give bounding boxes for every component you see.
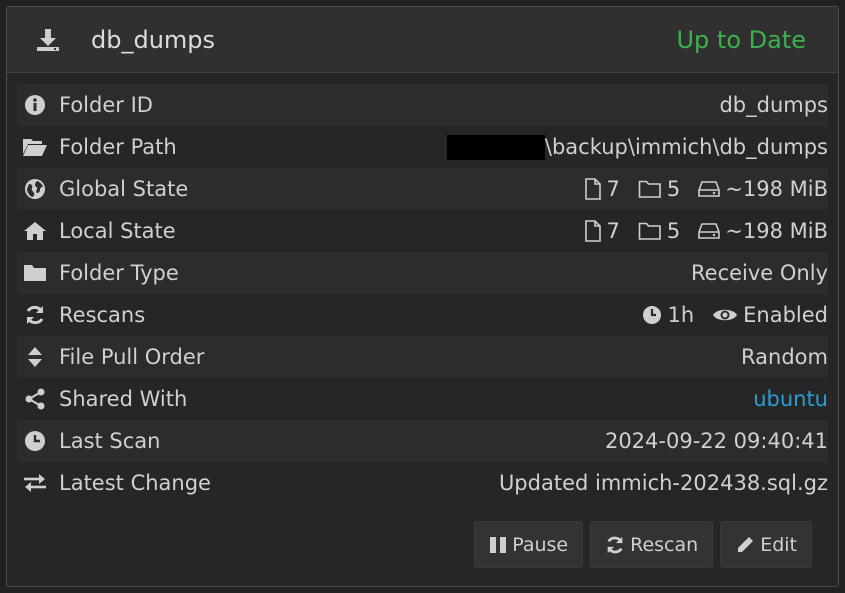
global-files-count: 7: [606, 177, 620, 201]
global-size: ~198 MiB: [698, 177, 828, 201]
refresh-icon: [607, 536, 623, 553]
folder-type-value: Receive Only: [691, 261, 828, 285]
folder-outline-icon: [638, 180, 661, 198]
folder-title: db_dumps: [91, 25, 216, 54]
global-folders-count: 5: [666, 177, 681, 201]
rescans-value: 1h Enabled: [642, 303, 828, 327]
panel-footer: Pause Rescan Edit: [7, 503, 838, 586]
refresh-icon: [22, 302, 48, 328]
global-size-value: ~198 MiB: [725, 177, 828, 201]
latest-change-value: Updated immich-202438.sql.gz: [498, 471, 828, 495]
row-folder-type: Folder Type Receive Only: [17, 252, 828, 294]
row-label: Global State: [59, 177, 189, 201]
pause-button[interactable]: Pause: [474, 521, 584, 568]
exchange-icon: [22, 470, 48, 496]
row-folder-path: Folder Path \backup\immich\db_dumps: [17, 126, 828, 168]
row-rescans: Rescans 1h Enabled: [17, 294, 828, 336]
watcher-status: Enabled: [712, 303, 828, 327]
global-state-value: 7 5 ~198 MiB: [584, 177, 828, 201]
row-label: Folder Type: [59, 261, 179, 285]
row-label: Folder ID: [59, 93, 153, 117]
shared-device-link[interactable]: ubuntu: [753, 387, 828, 411]
row-local-state: Local State 7 5 ~198 MiB: [17, 210, 828, 252]
globe-icon: [22, 176, 48, 202]
folder-id-value: db_dumps: [719, 93, 828, 117]
row-label: Last Scan: [59, 429, 161, 453]
folder-path-text: \backup\immich\db_dumps: [544, 135, 828, 159]
row-last-scan: Last Scan 2024-09-22 09:40:41: [17, 420, 828, 462]
folder-icon: [22, 260, 48, 286]
redacted-block: [446, 134, 545, 160]
pause-icon: [490, 536, 507, 553]
row-file-pull-order: File Pull Order Random: [17, 336, 828, 378]
pause-label: Pause: [512, 533, 569, 556]
sort-icon: [22, 344, 48, 370]
rescan-button[interactable]: Rescan: [590, 521, 714, 568]
share-icon: [22, 386, 48, 412]
clock-icon: [22, 428, 48, 454]
edit-label: Edit: [760, 533, 797, 556]
local-size: ~198 MiB: [698, 219, 828, 243]
last-scan-value: 2024-09-22 09:40:41: [604, 429, 828, 453]
row-label: Shared With: [59, 387, 188, 411]
local-files: 7: [584, 219, 620, 243]
local-folders: 5: [638, 219, 680, 243]
rescan-interval-value: 1h: [667, 303, 695, 327]
global-files: 7: [584, 177, 620, 201]
folder-details: Folder ID db_dumps Folder Path \backup\i…: [17, 84, 828, 504]
local-size-value: ~198 MiB: [725, 219, 828, 243]
info-circle-icon: [22, 92, 48, 118]
row-label: Latest Change: [59, 471, 211, 495]
folder-panel: db_dumps Up to Date Folder ID db_dumps F…: [6, 6, 839, 587]
row-label: Folder Path: [59, 135, 177, 159]
local-files-count: 7: [606, 219, 620, 243]
pencil-icon: [738, 536, 754, 552]
edit-button[interactable]: Edit: [720, 521, 812, 568]
file-pull-order-value: Random: [741, 345, 828, 369]
rescan-interval: 1h: [642, 303, 694, 327]
row-shared-with: Shared With ubuntu: [17, 378, 828, 420]
clock-icon: [643, 306, 662, 324]
local-folders-count: 5: [666, 219, 681, 243]
row-label: Rescans: [59, 303, 146, 327]
row-latest-change: Latest Change Updated immich-202438.sql.…: [17, 462, 828, 504]
folder-header[interactable]: db_dumps Up to Date: [7, 7, 838, 73]
row-label: Local State: [59, 219, 176, 243]
hdd-icon: [698, 181, 721, 197]
row-global-state: Global State 7 5 ~198 MiB: [17, 168, 828, 210]
watcher-status-value: Enabled: [743, 303, 828, 327]
file-icon: [584, 220, 601, 242]
hdd-icon: [698, 223, 721, 239]
folder-open-icon: [22, 134, 48, 160]
local-state-value: 7 5 ~198 MiB: [584, 219, 828, 243]
eye-icon: [713, 309, 738, 321]
home-icon: [22, 218, 48, 244]
rescan-label: Rescan: [630, 533, 699, 556]
global-folders: 5: [638, 177, 680, 201]
download-icon: [35, 26, 63, 54]
row-label: File Pull Order: [59, 345, 205, 369]
folder-path-value: \backup\immich\db_dumps: [446, 134, 828, 160]
row-folder-id: Folder ID db_dumps: [17, 84, 828, 126]
folder-outline-icon: [638, 222, 661, 240]
file-icon: [584, 178, 601, 200]
folder-status: Up to Date: [676, 25, 806, 54]
